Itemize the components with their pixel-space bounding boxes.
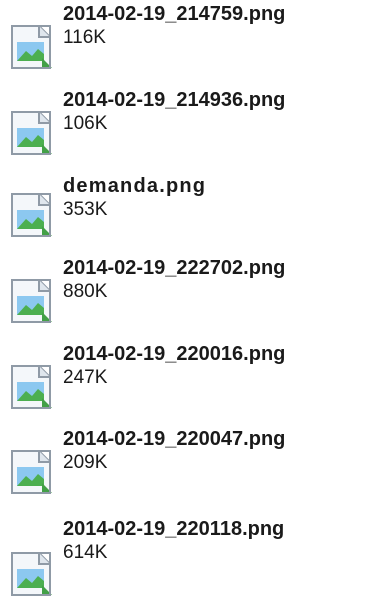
file-name[interactable]: 2014-02-19_220016.png <box>63 342 285 366</box>
file-size: 247K <box>63 367 108 388</box>
file-name[interactable]: 2014-02-19_222702.png <box>63 256 285 280</box>
image-file-icon <box>11 279 52 323</box>
file-size: 116K <box>63 27 106 48</box>
image-file-icon <box>11 25 52 69</box>
file-item[interactable]: demanda.png 353K <box>8 174 367 244</box>
file-item[interactable]: 2014-02-19_220047.png 209K <box>8 427 367 497</box>
image-file-icon <box>11 552 52 596</box>
file-name[interactable]: demanda.png <box>63 174 206 198</box>
file-name[interactable]: 2014-02-19_220047.png <box>63 427 285 451</box>
file-item[interactable]: 2014-02-19_214759.png 116K <box>8 2 367 72</box>
file-size: 880K <box>63 281 108 302</box>
file-item[interactable]: 2014-02-19_214936.png 106K <box>8 88 367 158</box>
file-item[interactable]: 2014-02-19_220118.png 614K <box>8 517 367 606</box>
image-file-icon <box>11 450 52 494</box>
file-name[interactable]: 2014-02-19_220118.png <box>63 517 284 541</box>
file-size: 353K <box>63 199 108 220</box>
image-file-icon <box>11 111 52 155</box>
file-size: 106K <box>63 113 108 134</box>
file-size: 209K <box>63 452 108 473</box>
file-size: 614K <box>63 542 108 563</box>
file-name[interactable]: 2014-02-19_214936.png <box>63 88 285 112</box>
file-item[interactable]: 2014-02-19_220016.png 247K <box>8 342 367 412</box>
file-name[interactable]: 2014-02-19_214759.png <box>63 2 285 26</box>
file-item[interactable]: 2014-02-19_222702.png 880K <box>8 256 367 326</box>
image-file-icon <box>11 365 52 409</box>
image-file-icon <box>11 193 52 237</box>
attachment-file-list: 2014-02-19_214759.png 116K 2014-02-19_21… <box>0 0 367 606</box>
